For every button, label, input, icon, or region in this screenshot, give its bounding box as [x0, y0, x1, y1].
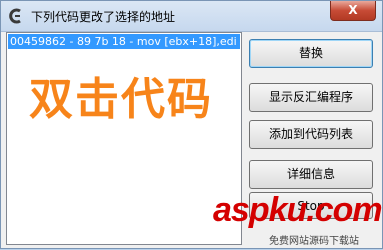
logo-subtitle: 免费网站源码下载站 — [269, 236, 359, 247]
logo-text: aspku.com — [213, 191, 383, 229]
show-disassembler-button[interactable]: 显示反汇编程序 — [249, 83, 373, 112]
dialog-window: 下列代码更改了选择的地址 X 00459862 - 89 7b 18 - mov… — [0, 0, 383, 249]
list-item[interactable]: 00459862 - 89 7b 18 - mov [ebx+18],edi — [8, 34, 240, 49]
site-logo: aspku.com 免费网站源码下载站 — [213, 189, 383, 250]
replace-button[interactable]: 替换 — [249, 39, 373, 68]
close-button[interactable]: X — [330, 1, 376, 21]
add-to-code-list-button[interactable]: 添加到代码列表 — [249, 120, 373, 149]
double-click-watermark: 双击代码 — [29, 74, 213, 125]
title-bar[interactable]: 下列代码更改了选择的地址 X — [1, 1, 382, 32]
window-title: 下列代码更改了选择的地址 — [31, 10, 176, 24]
more-info-button[interactable]: 详细信息 — [249, 160, 373, 189]
cheat-engine-icon — [9, 8, 21, 24]
